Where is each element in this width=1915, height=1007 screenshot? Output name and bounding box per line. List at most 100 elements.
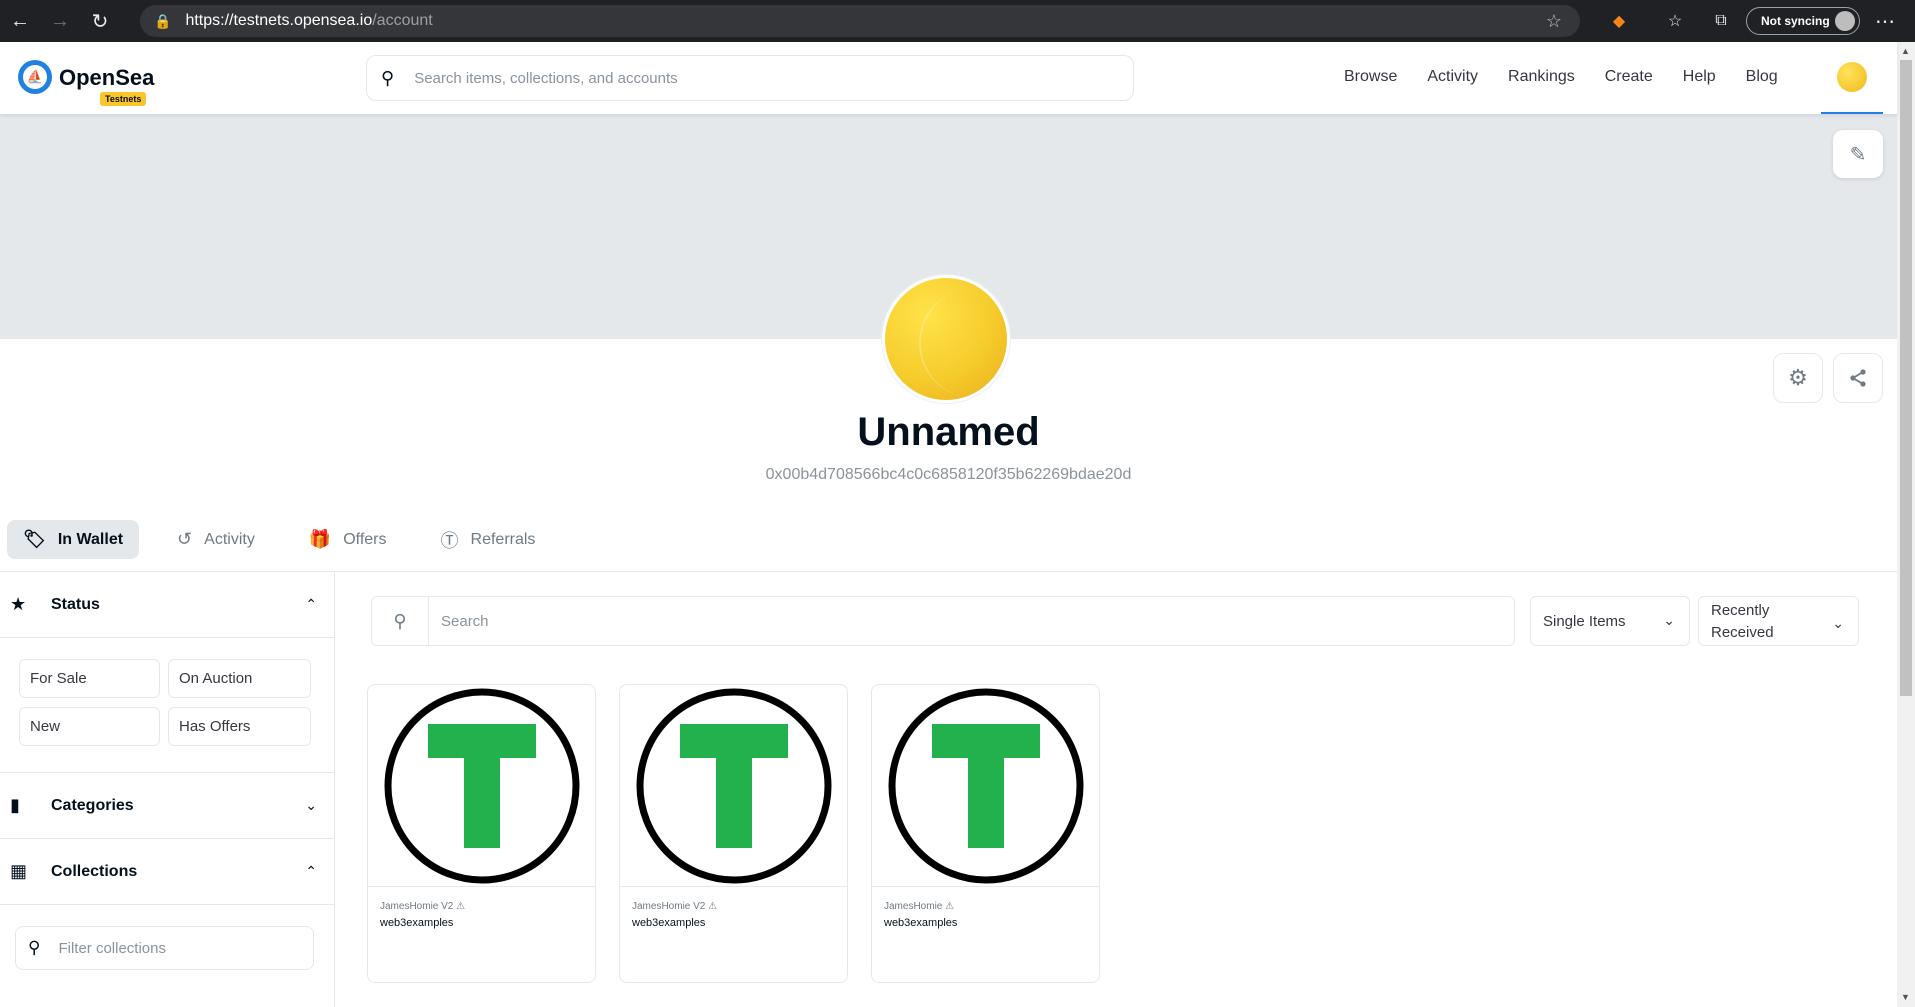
sort-select[interactable]: Recently Received ⌄ <box>1698 596 1859 646</box>
back-arrow-icon[interactable]: ← <box>0 0 40 42</box>
main-nav: Browse Activity Rankings Create Help Blo… <box>1344 68 1808 86</box>
history-icon: ↺ <box>177 529 193 549</box>
tab-label: In Wallet <box>57 530 124 548</box>
forward-arrow-icon[interactable]: → <box>40 0 80 42</box>
items-search-input[interactable] <box>429 612 1514 630</box>
nav-activity[interactable]: Activity <box>1427 68 1478 86</box>
profile-sync-button[interactable]: Not syncing <box>1746 7 1860 35</box>
site-header: ⛵ OpenSea Testnets ⚲ Browse Activity Ran… <box>0 42 1897 114</box>
profile-avatar[interactable] <box>882 275 1010 403</box>
page-scrollbar[interactable]: ▲ ▼ <box>1897 42 1915 1007</box>
filter-for-sale[interactable]: For Sale <box>19 659 160 698</box>
nav-browse[interactable]: Browse <box>1344 68 1397 86</box>
status-section-header[interactable]: ★ Status ⌃ <box>0 572 335 638</box>
favorite-star-icon[interactable]: ☆ <box>1546 11 1562 32</box>
lock-icon: 🔒 <box>154 12 172 29</box>
card-name: web3examples <box>380 917 454 929</box>
categories-section-header[interactable]: ▮ Categories ⌄ <box>0 773 335 839</box>
tab-label: Referrals <box>470 530 536 548</box>
nav-blog[interactable]: Blog <box>1746 68 1778 86</box>
collections-section-header[interactable]: ▦ Collections ⌃ <box>0 839 335 905</box>
card-name: web3examples <box>632 917 706 929</box>
logo-text[interactable]: OpenSea <box>59 65 154 91</box>
card-collection[interactable]: JamesHomie V2 ⚠ <box>632 901 717 912</box>
profile-name: Unnamed <box>857 410 1040 454</box>
tag-icon: 🏷 <box>23 529 46 549</box>
status-filters: For Sale On Auction New Has Offers <box>0 638 335 773</box>
chevron-down-icon: ⌄ <box>305 797 317 813</box>
filter-on-auction[interactable]: On Auction <box>168 659 311 698</box>
chevron-up-icon: ⌃ <box>305 596 317 612</box>
card-name: web3examples <box>884 917 958 929</box>
collections-filter-input[interactable] <box>58 939 313 957</box>
tab-activity[interactable]: ↺ Activity <box>161 520 271 559</box>
categories-label: Categories <box>51 796 134 814</box>
metamask-fox-icon[interactable]: ◆ <box>1608 10 1630 32</box>
more-options-icon[interactable]: ⋯ <box>1875 9 1896 34</box>
edit-banner-button[interactable]: ✎ <box>1833 130 1883 178</box>
account-avatar[interactable] <box>1837 62 1867 92</box>
share-button[interactable] <box>1833 353 1883 403</box>
items-type-select[interactable]: Single Items ⌄ <box>1530 596 1690 646</box>
search-icon: ⚲ <box>381 67 395 88</box>
chevron-up-icon: ⌃ <box>305 863 317 879</box>
favorites-icon[interactable]: ☆ <box>1664 10 1686 32</box>
card-collection[interactable]: JamesHomie V2 ⚠ <box>380 901 465 912</box>
nav-rankings[interactable]: Rankings <box>1508 68 1575 86</box>
gear-icon: ⚙ <box>1788 365 1808 390</box>
sync-label: Not syncing <box>1761 14 1830 28</box>
testnets-badge: Testnets <box>100 92 147 106</box>
asset-card[interactable]: JamesHomie ⚠ web3examples <box>871 684 1100 983</box>
tab-in-wallet[interactable]: 🏷 In Wallet <box>7 520 140 559</box>
share-icon <box>1850 369 1866 387</box>
collections-filter[interactable]: ⚲ <box>15 926 314 970</box>
address-bar[interactable]: 🔒 https://testnets.opensea.io/account ☆ <box>140 5 1580 37</box>
categories-icon: ▮ <box>10 795 20 815</box>
tab-label: Activity <box>204 530 255 548</box>
settings-button[interactable]: ⚙ <box>1773 353 1823 403</box>
browser-profile-avatar <box>1835 11 1855 31</box>
tab-referrals[interactable]: Ⓣ Referrals <box>425 520 552 559</box>
search-icon: ⚲ <box>372 597 429 645</box>
opensea-logo-icon[interactable]: ⛵ <box>18 60 52 94</box>
asset-image[interactable] <box>620 685 847 887</box>
token-t-icon <box>384 688 579 883</box>
token-t-icon <box>888 688 1083 883</box>
items-search[interactable]: ⚲ <box>371 596 1515 646</box>
wallet-address[interactable]: 0x00b4d708566bc4c0c6858120f35b62269bdae2… <box>0 466 1897 484</box>
filter-new[interactable]: New <box>19 707 160 746</box>
scroll-up-arrow-icon[interactable]: ▲ <box>1901 46 1910 56</box>
warning-icon: ⚠ <box>456 901 466 912</box>
star-icon: ★ <box>10 594 27 614</box>
asset-card[interactable]: JamesHomie V2 ⚠ web3examples <box>619 684 848 983</box>
asset-image[interactable] <box>872 685 1099 887</box>
token-t-icon <box>636 688 831 883</box>
global-search-input[interactable] <box>414 69 1133 87</box>
chevron-down-icon: ⌄ <box>1832 615 1844 631</box>
refresh-icon[interactable]: ↻ <box>80 0 120 42</box>
nav-help[interactable]: Help <box>1683 68 1716 86</box>
url-host: https://testnets.opensea.io <box>185 12 373 29</box>
global-search[interactable]: ⚲ <box>366 55 1134 101</box>
filter-sidebar: ★ Status ⌃ For Sale On Auction New Has O… <box>0 572 335 1007</box>
active-nav-indicator <box>1821 112 1883 114</box>
asset-image[interactable] <box>368 685 595 887</box>
card-collection[interactable]: JamesHomie ⚠ <box>884 901 954 912</box>
tab-label: Offers <box>343 530 387 548</box>
warning-icon: ⚠ <box>708 901 718 912</box>
filter-has-offers[interactable]: Has Offers <box>168 707 311 746</box>
gift-icon: 🎁 <box>308 529 332 549</box>
tab-offers[interactable]: 🎁 Offers <box>293 520 403 559</box>
asset-card[interactable]: JamesHomie V2 ⚠ web3examples <box>367 684 596 983</box>
search-icon: ⚲ <box>28 938 41 957</box>
chevron-down-icon: ⌄ <box>1663 612 1675 628</box>
profile-tabs: 🏷 In Wallet ↺ Activity 🎁 Offers Ⓣ Referrals <box>7 520 573 559</box>
scroll-thumb[interactable] <box>1900 60 1912 696</box>
sort-value-line2: Received <box>1711 624 1774 641</box>
scroll-down-arrow-icon[interactable]: ▼ <box>1901 992 1910 1002</box>
nav-create[interactable]: Create <box>1605 68 1653 86</box>
status-label: Status <box>51 595 100 613</box>
collections-label: Collections <box>51 862 138 880</box>
collections-icon[interactable]: ⧉ <box>1710 10 1732 32</box>
browser-toolbar: ← → ↻ 🔒 https://testnets.opensea.io/acco… <box>0 0 1915 42</box>
